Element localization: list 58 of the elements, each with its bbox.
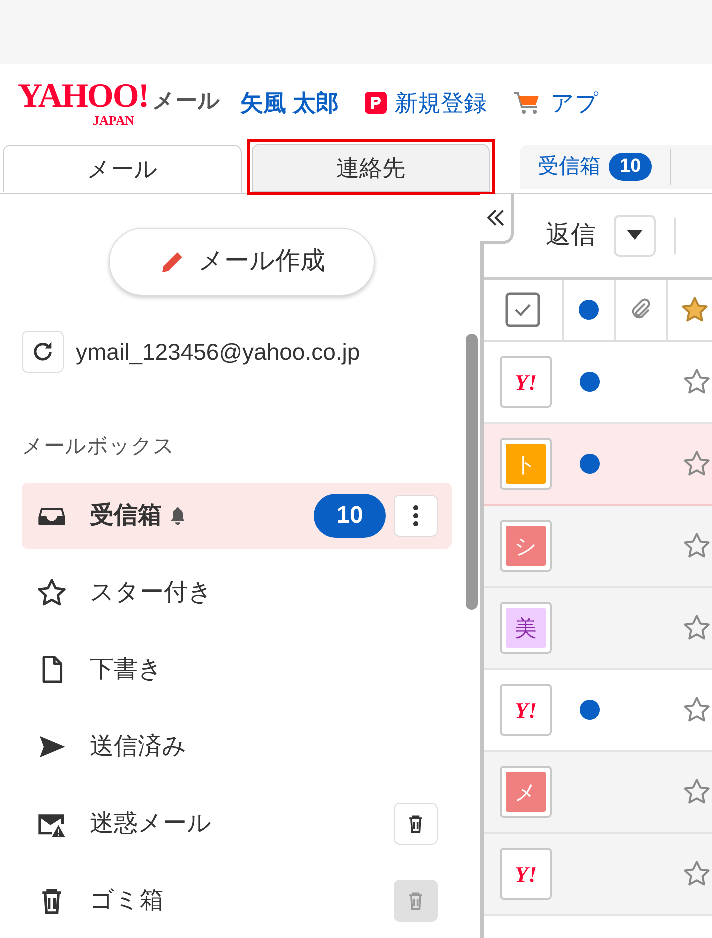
star-icon[interactable] bbox=[682, 531, 712, 561]
star-icon[interactable] bbox=[682, 449, 712, 479]
unread-count: 10 bbox=[609, 153, 652, 181]
unread-dot-icon bbox=[580, 700, 600, 720]
folder-label: ゴミ箱 bbox=[90, 886, 164, 916]
unread-dot-icon bbox=[580, 372, 600, 392]
folder-item[interactable]: 送信済み bbox=[22, 714, 452, 780]
caret-icon bbox=[627, 230, 643, 242]
folder-label: スター付き bbox=[90, 578, 213, 608]
folder-chip-label[interactable]: 受信箱 bbox=[538, 151, 601, 183]
section-label: メールボックス bbox=[22, 434, 176, 460]
more-icon bbox=[413, 504, 419, 528]
tab[interactable]: メール bbox=[3, 145, 242, 193]
unread-dot-icon bbox=[580, 454, 600, 474]
folder-item[interactable]: 受信箱 10 bbox=[22, 482, 452, 548]
user-name[interactable]: 矢風 太郎 bbox=[240, 86, 340, 120]
yahoo-avatar-logo: Y! bbox=[515, 696, 537, 724]
more-button[interactable] bbox=[394, 494, 438, 536]
paypay-icon bbox=[365, 92, 388, 114]
star-icon[interactable] bbox=[682, 613, 712, 643]
empty-folder-button[interactable] bbox=[394, 802, 438, 844]
message-row[interactable]: 美 bbox=[484, 588, 712, 670]
scrollbar[interactable] bbox=[466, 334, 478, 610]
star-icon[interactable] bbox=[680, 295, 710, 325]
dropdown-button[interactable] bbox=[614, 214, 656, 256]
header-link[interactable]: 新規登録 bbox=[395, 86, 488, 120]
yahoo-avatar-logo: Y! bbox=[515, 368, 537, 396]
star-icon[interactable] bbox=[682, 695, 712, 725]
star-icon[interactable] bbox=[682, 367, 712, 397]
reply-button[interactable]: 返信 bbox=[546, 216, 596, 254]
tab[interactable]: 連絡先 bbox=[252, 144, 490, 192]
avatar-initial: メ bbox=[506, 772, 546, 812]
compose-button[interactable]: メール作成 bbox=[109, 228, 375, 296]
header-link[interactable]: アプ bbox=[551, 86, 600, 120]
refresh-button[interactable] bbox=[22, 331, 64, 373]
star-icon[interactable] bbox=[682, 859, 712, 889]
service-name: メール bbox=[152, 86, 221, 114]
avatar-initial: 美 bbox=[506, 608, 546, 648]
message-row[interactable]: Y! bbox=[484, 834, 712, 916]
folder-label: 迷惑メール bbox=[90, 808, 212, 838]
folder-item[interactable]: ゴミ箱 bbox=[22, 868, 452, 934]
star-icon[interactable] bbox=[682, 777, 712, 807]
yahoo-avatar-logo: Y! bbox=[515, 860, 537, 888]
collapse-button[interactable] bbox=[480, 194, 514, 244]
star-outline-icon bbox=[36, 576, 68, 608]
folder-item[interactable]: 迷惑メール bbox=[22, 790, 452, 856]
folder-item[interactable]: スター付き bbox=[22, 560, 452, 626]
folder-label: 受信箱 bbox=[90, 500, 162, 530]
checkbox[interactable] bbox=[505, 292, 541, 328]
yahoo-japan-logo[interactable]: YAHOO! JAPAN bbox=[18, 80, 149, 126]
folder-label: 送信済み bbox=[90, 732, 187, 762]
avatar-initial: シ bbox=[506, 526, 546, 566]
folder-item[interactable]: 下書き bbox=[22, 636, 452, 702]
unread-count: 10 bbox=[314, 494, 386, 538]
folder-label: 下書き bbox=[90, 654, 163, 684]
unread-dot-icon bbox=[579, 300, 599, 320]
avatar-initial: ト bbox=[506, 444, 546, 484]
account-email: ymail_123456@yahoo.co.jp bbox=[76, 338, 360, 367]
